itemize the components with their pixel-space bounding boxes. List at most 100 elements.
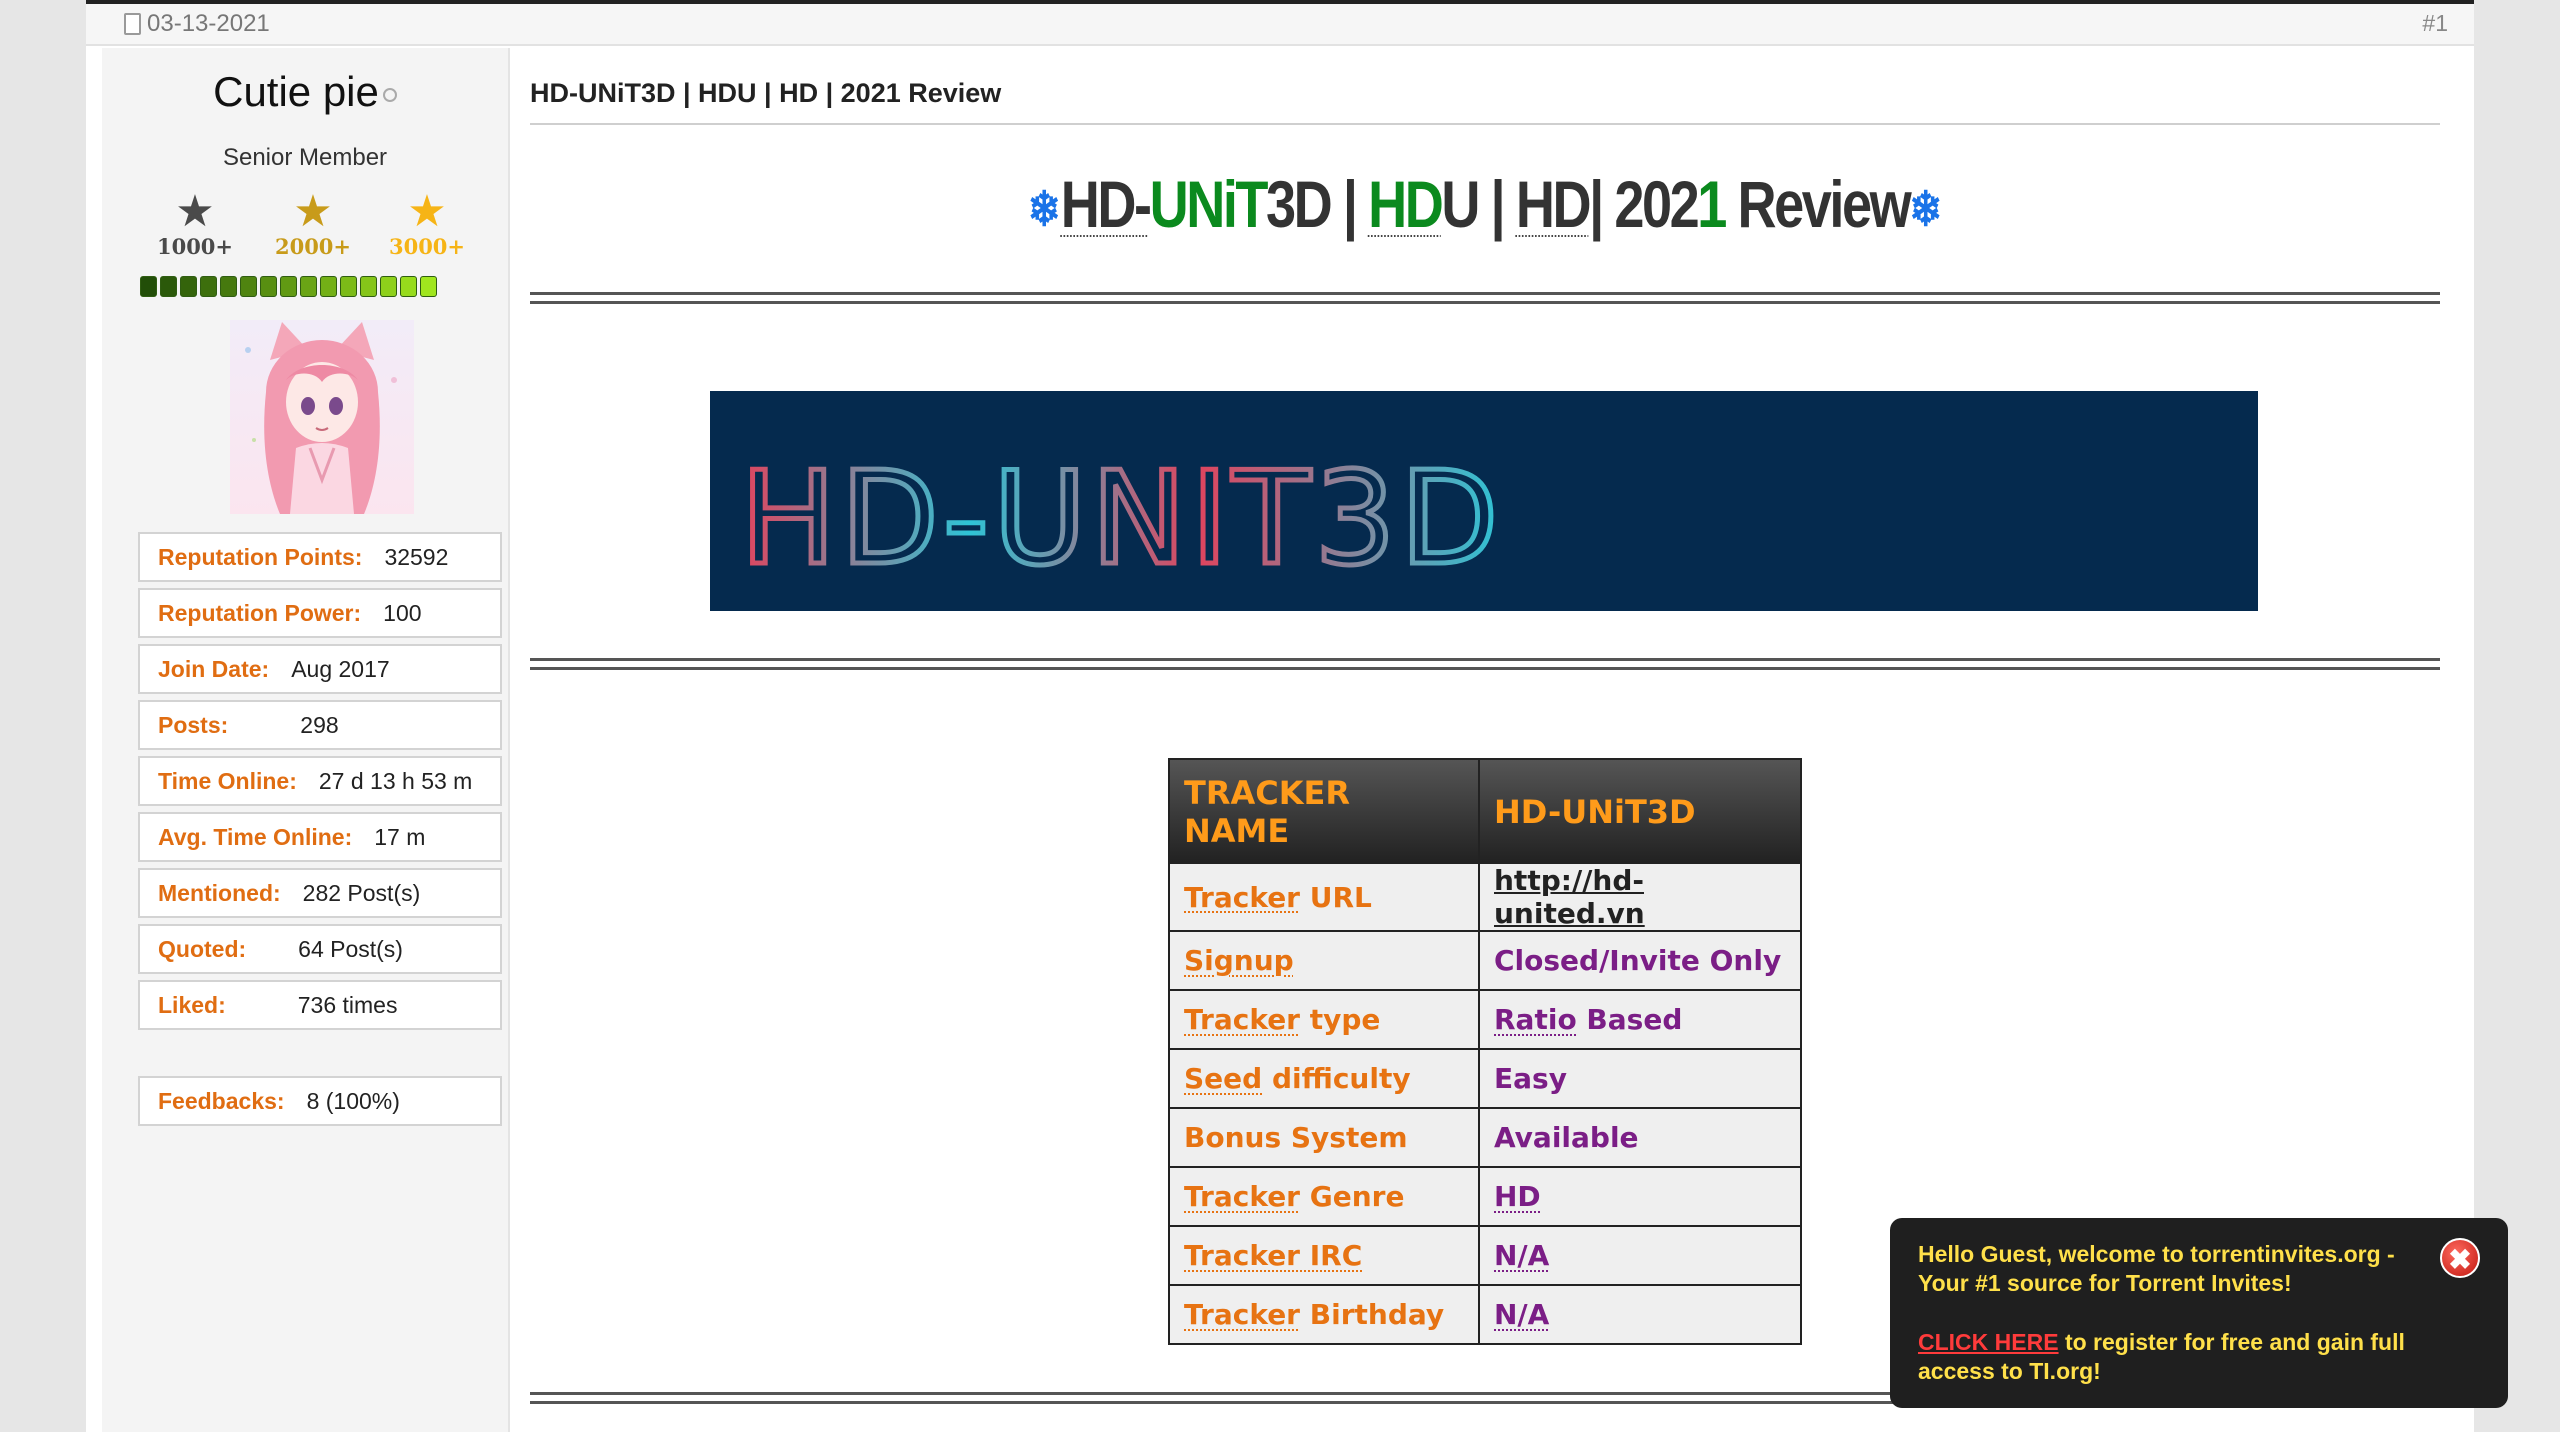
stat-value: 32592 [384,543,449,570]
reputation-segment [200,276,217,297]
stat-key: Reputation Power: [158,599,362,626]
stat-value[interactable]: 64 Post(s) [298,936,403,963]
table-row: Tracker Birthday N/A [1168,1284,1802,1345]
stat-value: 736 times [297,991,398,1018]
header-name: TRACKER NAME [1168,758,1480,864]
snowflake-icon: ❄ [1027,183,1061,237]
banner-logo: HD-UNIT3D [738,443,1502,597]
reputation-segment [360,276,377,297]
award-label: 1000+ [156,234,234,259]
table-row: Tracker type Ratio Based [1168,989,1802,1050]
reputation-segment [300,276,317,297]
popup-register-text: CLICK HERE to register for free and gain… [1918,1328,2480,1386]
stat-value[interactable]: 8 (100%) [307,1088,400,1115]
heading-part: Review [1724,167,1911,241]
heading-part: | 202 [1589,167,1700,241]
stat-liked: Liked: 736 times [138,980,502,1030]
row-key: Bonus System [1168,1107,1480,1168]
tracker-banner: HD-UNIT3D [710,391,2258,611]
stat-value: 100 [383,599,422,626]
row-key: Tracker Genre [1168,1166,1480,1227]
banner-text: HD-UNIT3D [740,445,1502,594]
key-link[interactable]: Tracker [1184,1298,1300,1331]
key-text: Birthday [1300,1298,1445,1331]
snowflake-icon: ❄ [1909,183,1943,237]
key-text: difficulty [1262,1062,1411,1095]
reputation-segment [420,276,437,297]
user-title: Senior Member [222,144,388,171]
reputation-segment [240,276,257,297]
stat-avg-time-online: Avg. Time Online: 17 m [138,812,502,862]
key-link[interactable]: IRC [1300,1239,1363,1272]
stat-feedbacks[interactable]: Feedbacks: 8 (100%) [138,1076,502,1126]
stat-key: Avg. Time Online: [158,823,353,850]
key-link[interactable]: Seed [1184,1062,1262,1095]
stat-reputation-points: Reputation Points: 32592 [138,532,502,582]
stat-key: Mentioned: [158,879,281,906]
star-icon: ★ [407,187,447,236]
row-value: N/A [1478,1225,1802,1286]
award-label: 3000+ [388,234,466,259]
key-link[interactable]: Tracker [1184,1180,1300,1213]
stat-key: Reputation Points: [158,543,363,570]
reputation-segment [320,276,337,297]
table-row: Tracker URL http://hd-united.vn [1168,862,1802,932]
row-value: Available [1478,1107,1802,1168]
value-text: Based [1576,1003,1683,1036]
value-link[interactable]: N/A [1494,1298,1549,1331]
key-text: Genre [1300,1180,1405,1213]
heading-part[interactable]: HD [1368,167,1444,241]
username[interactable]: Cutie pie [102,68,508,116]
username-text[interactable]: Cutie pie [213,68,379,115]
reputation-segment [380,276,397,297]
reputation-segment [280,276,297,297]
row-key: Seed difficulty [1168,1048,1480,1109]
row-value: Ratio Based [1478,989,1802,1050]
award-3000: ★ 3000+ [372,187,482,260]
value-link[interactable]: HD [1494,1180,1541,1213]
post-date: 03-13-2021 [124,10,270,38]
value-link[interactable]: Ratio [1494,1003,1577,1036]
star-icon: ★ [293,187,333,236]
reputation-bar [140,276,437,297]
stat-key: Posts: [158,711,229,738]
key-link[interactable]: Signup [1184,944,1294,977]
click-here-link[interactable]: CLICK HERE [1918,1329,2059,1355]
avatar-image [245,322,397,514]
stat-value[interactable]: 282 Post(s) [303,880,421,907]
heading-part[interactable]: HD [1516,167,1592,241]
stat-value: Aug 2017 [291,655,390,682]
key-link[interactable]: Tracker [1184,1003,1300,1036]
stat-quoted[interactable]: Quoted: 64 Post(s) [138,924,502,974]
post-number-link[interactable]: #1 [2422,10,2448,37]
key-link[interactable]: Tracker [1184,1239,1300,1272]
divider [530,292,2440,304]
heading-part[interactable]: HD- [1061,167,1152,241]
award-2000: ★ 2000+ [258,187,368,260]
value-link[interactable]: N/A [1494,1239,1549,1272]
heading-part: 1 [1697,167,1727,241]
stat-key: Join Date: [158,655,270,682]
table-row: Signup Closed/Invite Only [1168,930,1802,991]
row-value: HD [1478,1166,1802,1227]
star-icon: ★ [175,187,215,236]
table-row: Bonus System Available [1168,1107,1802,1168]
avatar[interactable] [230,320,414,514]
post-title: HD-UNiT3D | HDU | HD | 2021 Review [530,78,2440,125]
tracker-url-link[interactable]: http://hd-united.vn [1478,862,1802,932]
header-value: HD-UNiT3D [1478,758,1802,864]
stat-posts: Posts: 298 [138,700,502,750]
reputation-segment [340,276,357,297]
tracker-info-table: TRACKER NAME HD-UNiT3D Tracker URL http:… [1168,758,1802,1345]
stat-mentioned[interactable]: Mentioned: 282 Post(s) [138,868,502,918]
key-link[interactable]: Tracker [1184,881,1300,914]
stat-key: Liked: [158,991,226,1018]
row-key: Signup [1168,930,1480,991]
row-value: Easy [1478,1048,1802,1109]
guest-welcome-popup: ✖ Hello Guest, welcome to torrentinvites… [1890,1218,2508,1408]
stat-key: Quoted: [158,935,247,962]
key-text: type [1300,1003,1381,1036]
heading-part: U | [1441,167,1516,241]
reputation-segment [160,276,177,297]
close-icon[interactable]: ✖ [2440,1238,2480,1278]
